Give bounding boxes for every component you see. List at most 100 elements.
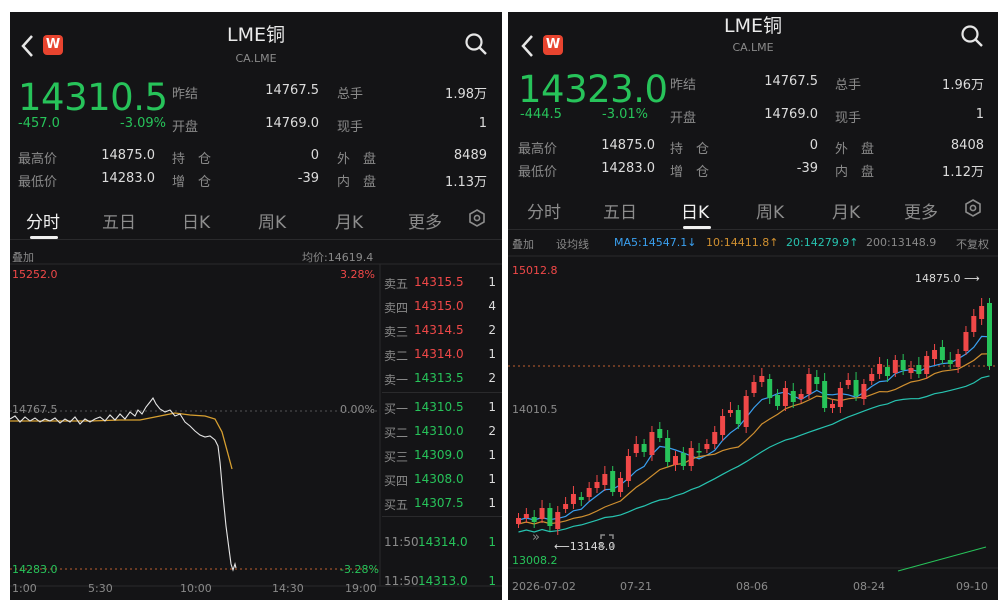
candle-body bbox=[822, 381, 828, 408]
tab-daily-k[interactable]: 日K bbox=[681, 198, 709, 223]
ma5-value: MA5:14547.1↓ bbox=[614, 236, 697, 249]
chart-top-price: 15012.8 bbox=[512, 264, 558, 277]
tab-intraday[interactable]: 分时 bbox=[527, 198, 561, 223]
set-ma-button[interactable]: 设均线 bbox=[556, 236, 589, 252]
tab-five-day[interactable]: 五日 bbox=[102, 208, 136, 233]
candle-body bbox=[641, 444, 647, 452]
chart-bottom-pct: -3.28% bbox=[340, 563, 379, 576]
header: W LME铜 CA.LME bbox=[10, 12, 502, 80]
symbol-code: CA.LME bbox=[235, 52, 277, 65]
symbol-code: CA.LME bbox=[732, 41, 774, 54]
overlay-button[interactable]: 叠加 bbox=[12, 249, 34, 265]
candle-body bbox=[547, 508, 553, 526]
date-label: 09-10 bbox=[956, 580, 988, 593]
candle-body bbox=[979, 306, 985, 319]
overlay-button[interactable]: 叠加 bbox=[512, 236, 534, 252]
daily-k-chart bbox=[508, 255, 998, 572]
daily-k-panel: W LME铜 CA.LME 14323.0 -444.5 -3.01% 昨结 1… bbox=[508, 12, 998, 600]
candle-body bbox=[939, 347, 945, 360]
tab-more[interactable]: 更多 bbox=[408, 208, 442, 233]
price-change-pct: -3.01% bbox=[602, 107, 648, 122]
settings-icon[interactable] bbox=[468, 209, 486, 227]
candle-body bbox=[633, 444, 639, 453]
candle-body bbox=[790, 391, 796, 402]
settings-icon[interactable] bbox=[964, 199, 982, 217]
chart-tabs: 分时 五日 日K 周K 月K 更多 bbox=[10, 200, 502, 240]
tab-monthly-k[interactable]: 月K bbox=[335, 208, 363, 233]
date-label: 08-06 bbox=[736, 580, 768, 593]
candle-body bbox=[594, 482, 600, 488]
candle-body bbox=[688, 448, 694, 466]
low-value: 14283.0 bbox=[601, 161, 655, 176]
candle-body bbox=[665, 438, 671, 462]
prev-close-value: 14767.5 bbox=[764, 74, 818, 89]
candle-body bbox=[955, 354, 961, 367]
candle-body bbox=[830, 404, 835, 408]
candle-body bbox=[798, 394, 804, 399]
candle-body bbox=[555, 512, 561, 529]
low-label: 最低价 bbox=[518, 165, 558, 180]
price-line bbox=[10, 396, 237, 572]
intraday-panel: W LME铜 CA.LME 14310.5 -457.0 -3.09% 昨结 1… bbox=[10, 12, 502, 600]
candle-body bbox=[947, 360, 953, 364]
candle-body bbox=[531, 517, 537, 522]
outer-value: 8408 bbox=[950, 138, 984, 153]
tab-weekly-k[interactable]: 周K bbox=[756, 198, 784, 223]
hold-label: 持 仓 bbox=[670, 142, 710, 157]
chart-top-pct: 3.28% bbox=[340, 268, 375, 281]
volume-value: 1.98万 bbox=[445, 87, 487, 102]
expand-icon[interactable] bbox=[600, 534, 614, 548]
time-label: 5:30 bbox=[88, 582, 113, 595]
current-hand-value: 1 bbox=[975, 107, 984, 122]
tab-daily-k[interactable]: 日K bbox=[182, 208, 210, 233]
candle-body bbox=[680, 453, 686, 466]
candle-body bbox=[523, 514, 529, 518]
tab-more[interactable]: 更多 bbox=[904, 198, 938, 223]
tab-monthly-k[interactable]: 月K bbox=[832, 198, 860, 223]
price-change-pct: -3.09% bbox=[120, 116, 166, 131]
candle-body bbox=[853, 380, 859, 396]
current-hand-value: 1 bbox=[478, 116, 487, 131]
adjust-button[interactable]: 不复权 bbox=[956, 236, 989, 252]
hold-value: 0 bbox=[809, 138, 818, 153]
outer-label: 外 盘 bbox=[835, 142, 875, 157]
candle-body bbox=[712, 432, 718, 444]
high-label: 最高价 bbox=[18, 152, 58, 167]
candle-body bbox=[743, 396, 749, 427]
prev-close-label: 昨结 bbox=[172, 87, 199, 102]
time-label: 19:00 bbox=[345, 582, 377, 595]
outer-label: 外 盘 bbox=[337, 152, 377, 167]
ma200-value: 200:13148.9 bbox=[866, 236, 937, 249]
candle-body bbox=[649, 432, 655, 455]
candle-body bbox=[845, 380, 851, 385]
tab-five-day[interactable]: 五日 bbox=[603, 198, 637, 223]
search-icon[interactable] bbox=[464, 32, 488, 56]
inner-label: 内 盘 bbox=[337, 175, 377, 190]
collapse-icon[interactable]: » bbox=[532, 530, 540, 545]
candle-body bbox=[610, 471, 616, 492]
open-value: 14769.0 bbox=[764, 107, 818, 122]
open-label: 开盘 bbox=[172, 120, 199, 135]
candle-body bbox=[704, 444, 710, 449]
candle-body bbox=[578, 497, 584, 500]
page-title: LME铜 bbox=[724, 15, 782, 37]
candle-body bbox=[759, 376, 765, 382]
candle-body bbox=[963, 332, 969, 351]
time-label: 10:00 bbox=[180, 582, 212, 595]
candle-body bbox=[563, 504, 569, 509]
tab-weekly-k[interactable]: 周K bbox=[258, 208, 286, 233]
volume-value: 1.96万 bbox=[942, 78, 984, 93]
tab-intraday[interactable]: 分时 bbox=[26, 208, 60, 233]
search-icon[interactable] bbox=[960, 24, 984, 48]
inner-value: 1.13万 bbox=[445, 175, 487, 190]
date-label: 07-21 bbox=[620, 580, 652, 593]
low-label: 最低价 bbox=[18, 175, 58, 190]
add-hold-label: 增 仓 bbox=[172, 175, 212, 190]
candle-body bbox=[916, 365, 922, 374]
date-label: 2026-07-02 bbox=[512, 580, 576, 593]
low-value: 14283.0 bbox=[101, 171, 155, 186]
candle-body bbox=[657, 429, 663, 438]
ma20-value: 20:14279.9↑ bbox=[786, 236, 859, 249]
add-hold-value: -39 bbox=[297, 171, 319, 186]
candle-body bbox=[751, 382, 757, 393]
